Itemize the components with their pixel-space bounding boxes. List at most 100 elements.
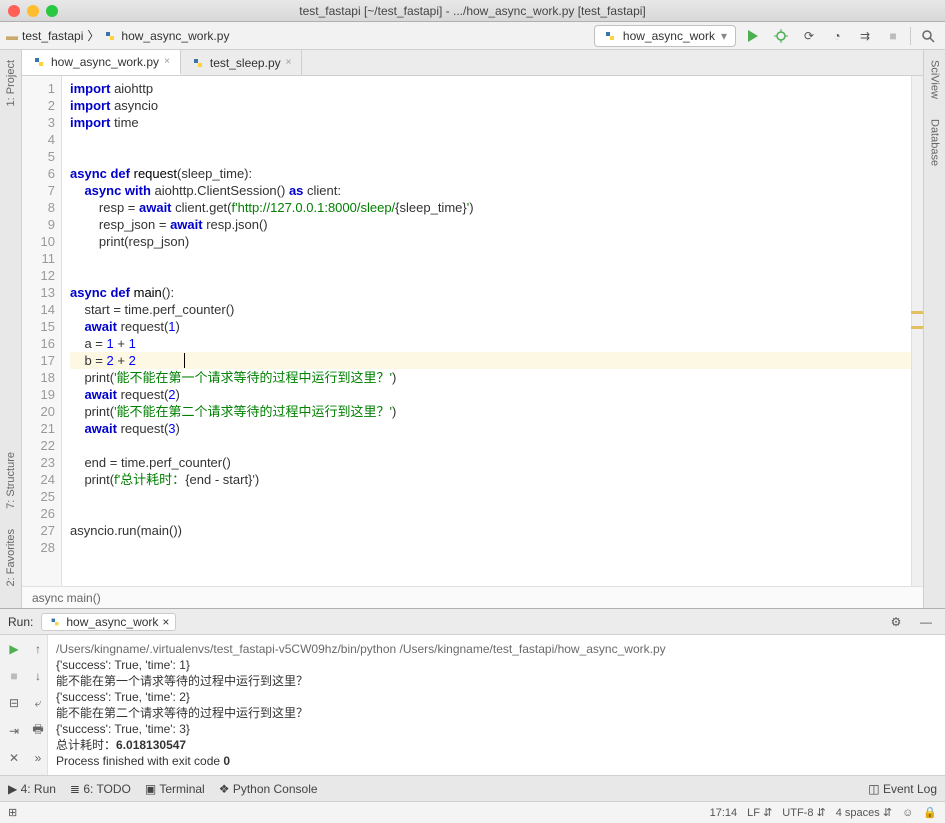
code-line[interactable]: async def main():: [70, 284, 911, 301]
run-tool-tab[interactable]: ▶ 4: Run: [8, 782, 56, 796]
code-breadcrumb[interactable]: async main(): [22, 586, 923, 608]
code-line[interactable]: a = 1 + 1: [70, 335, 911, 352]
run-side-toolbar: ▶ ↑ ■ ↓ ⊟ ⤶ ⇥ 🖶 ✕ »: [0, 635, 48, 775]
run-config-label: how_async_work: [623, 29, 715, 43]
code-line[interactable]: [70, 539, 911, 556]
code-line[interactable]: print(f'总计耗时：{end - start}'): [70, 471, 911, 488]
code-editor[interactable]: import aiohttpimport asyncioimport time …: [62, 76, 911, 586]
code-line[interactable]: [70, 267, 911, 284]
breadcrumb-root[interactable]: ▬ test_fastapi: [6, 29, 83, 43]
breadcrumb-file[interactable]: how_async_work.py: [103, 29, 229, 43]
code-line[interactable]: resp_json = await resp.json(): [70, 216, 911, 233]
editor-tab[interactable]: how_async_work.py ×: [22, 50, 181, 75]
editor-area[interactable]: 1234567891011121314151617181920212223242…: [22, 76, 923, 586]
code-line[interactable]: b = 2 + 2: [70, 352, 911, 369]
code-line[interactable]: [70, 437, 911, 454]
file-encoding[interactable]: UTF-8 ⇵: [782, 806, 825, 819]
database-tool-tab[interactable]: Database: [927, 115, 943, 170]
sciview-tool-tab[interactable]: SciView: [927, 56, 943, 103]
code-line[interactable]: import time: [70, 114, 911, 131]
run-button[interactable]: [742, 25, 764, 47]
debug-button[interactable]: [770, 25, 792, 47]
code-line[interactable]: [70, 131, 911, 148]
code-line[interactable]: await request(1): [70, 318, 911, 335]
window-titlebar: test_fastapi [~/test_fastapi] - .../how_…: [0, 0, 945, 22]
editor-tab[interactable]: test_sleep.py ×: [181, 50, 303, 75]
status-bar: ⊞ 17:14 LF ⇵ UTF-8 ⇵ 4 spaces ⇵ ☺ 🔒: [0, 801, 945, 823]
close-icon[interactable]: ×: [164, 56, 170, 67]
step-down-button[interactable]: ↓: [28, 666, 48, 686]
indent-settings[interactable]: 4 spaces ⇵: [836, 806, 892, 819]
right-tool-strip: SciView Database: [923, 50, 945, 608]
inspection-icon[interactable]: ☺: [902, 807, 913, 819]
hide-panel-button[interactable]: —: [915, 611, 937, 633]
code-line[interactable]: [70, 505, 911, 522]
code-line[interactable]: print(resp_json): [70, 233, 911, 250]
coverage-button[interactable]: ⟳: [798, 25, 820, 47]
line-number-gutter: 1234567891011121314151617181920212223242…: [22, 76, 62, 586]
code-line[interactable]: [70, 488, 911, 505]
close-icon[interactable]: ×: [162, 615, 169, 629]
editor-scroll-strip[interactable]: [911, 76, 923, 586]
editor-tabs: how_async_work.py × test_sleep.py ×: [22, 50, 923, 76]
line-separator[interactable]: LF ⇵: [747, 806, 772, 819]
todo-tool-tab[interactable]: ≣ 6: TODO: [70, 782, 131, 796]
settings-icon[interactable]: ⚙: [885, 611, 907, 633]
code-line[interactable]: start = time.perf_counter(): [70, 301, 911, 318]
code-line[interactable]: await request(2): [70, 386, 911, 403]
layout-button[interactable]: ⊟: [4, 693, 24, 713]
breadcrumb-label: how_async_work.py: [121, 29, 229, 43]
code-line[interactable]: async with aiohttp.ClientSession() as cl…: [70, 182, 911, 199]
run-console-output[interactable]: /Users/kingname/.virtualenvs/test_fastap…: [48, 635, 945, 775]
stop-button[interactable]: ■: [4, 666, 24, 686]
structure-tool-tab[interactable]: 7: Structure: [3, 448, 19, 513]
caret-position[interactable]: 17:14: [710, 807, 738, 819]
python-file-icon: [48, 615, 62, 629]
code-line[interactable]: print('能不能在第二个请求等待的过程中运行到这里？'): [70, 403, 911, 420]
attach-button[interactable]: ⇉: [854, 25, 876, 47]
python-file-icon: [32, 55, 46, 69]
project-tool-tab[interactable]: 1: Project: [3, 56, 19, 110]
lock-icon[interactable]: 🔒: [923, 806, 937, 819]
code-line[interactable]: async def request(sleep_time):: [70, 165, 911, 182]
chevron-down-icon: ▾: [721, 29, 727, 43]
code-line[interactable]: import aiohttp: [70, 80, 911, 97]
event-log-tool-tab[interactable]: ◫ Event Log: [868, 782, 937, 796]
search-everywhere-button[interactable]: [917, 25, 939, 47]
clear-button[interactable]: ✕: [4, 748, 24, 768]
python-file-icon: [603, 29, 617, 43]
terminal-tool-tab[interactable]: ▣ Terminal: [145, 782, 205, 796]
left-tool-strip: 1: Project 7: Structure 2: Favorites: [0, 50, 22, 608]
code-line[interactable]: asyncio.run(main()): [70, 522, 911, 539]
soft-wrap-button[interactable]: ⤶: [28, 693, 48, 713]
run-tab[interactable]: how_async_work ×: [41, 613, 176, 631]
navigation-bar: ▬ test_fastapi 〉 how_async_work.py how_a…: [0, 22, 945, 50]
python-file-icon: [191, 56, 205, 70]
editor-column: how_async_work.py × test_sleep.py × 1234567…: [22, 50, 923, 608]
tab-label: test_sleep.py: [210, 56, 281, 70]
python-console-tool-tab[interactable]: ❖ Python Console: [219, 782, 318, 796]
stop-button[interactable]: ■: [882, 25, 904, 47]
run-configuration-selector[interactable]: how_async_work ▾: [594, 25, 736, 47]
close-icon[interactable]: ×: [286, 57, 292, 68]
tab-label: how_async_work.py: [51, 55, 159, 69]
profile-button[interactable]: ◔: [826, 25, 848, 47]
window-title: test_fastapi [~/test_fastapi] - .../how_…: [0, 4, 945, 18]
run-tab-label: how_async_work: [66, 615, 158, 629]
breadcrumb-label: test_fastapi: [22, 29, 83, 43]
status-widgets-icon[interactable]: ⊞: [8, 806, 17, 819]
code-line[interactable]: end = time.perf_counter(): [70, 454, 911, 471]
code-line[interactable]: import asyncio: [70, 97, 911, 114]
code-line[interactable]: print('能不能在第一个请求等待的过程中运行到这里？'): [70, 369, 911, 386]
scroll-to-end-button[interactable]: ⇥: [4, 721, 24, 741]
code-line[interactable]: [70, 148, 911, 165]
step-up-button[interactable]: ↑: [28, 639, 48, 659]
breadcrumb-separator: 〉: [87, 27, 99, 44]
favorites-tool-tab[interactable]: 2: Favorites: [3, 525, 19, 590]
code-line[interactable]: [70, 250, 911, 267]
more-button[interactable]: »: [28, 748, 48, 768]
print-button[interactable]: 🖶: [28, 721, 48, 741]
rerun-button[interactable]: ▶: [4, 639, 24, 659]
code-line[interactable]: await request(3): [70, 420, 911, 437]
code-line[interactable]: resp = await client.get(f'http://127.0.0…: [70, 199, 911, 216]
